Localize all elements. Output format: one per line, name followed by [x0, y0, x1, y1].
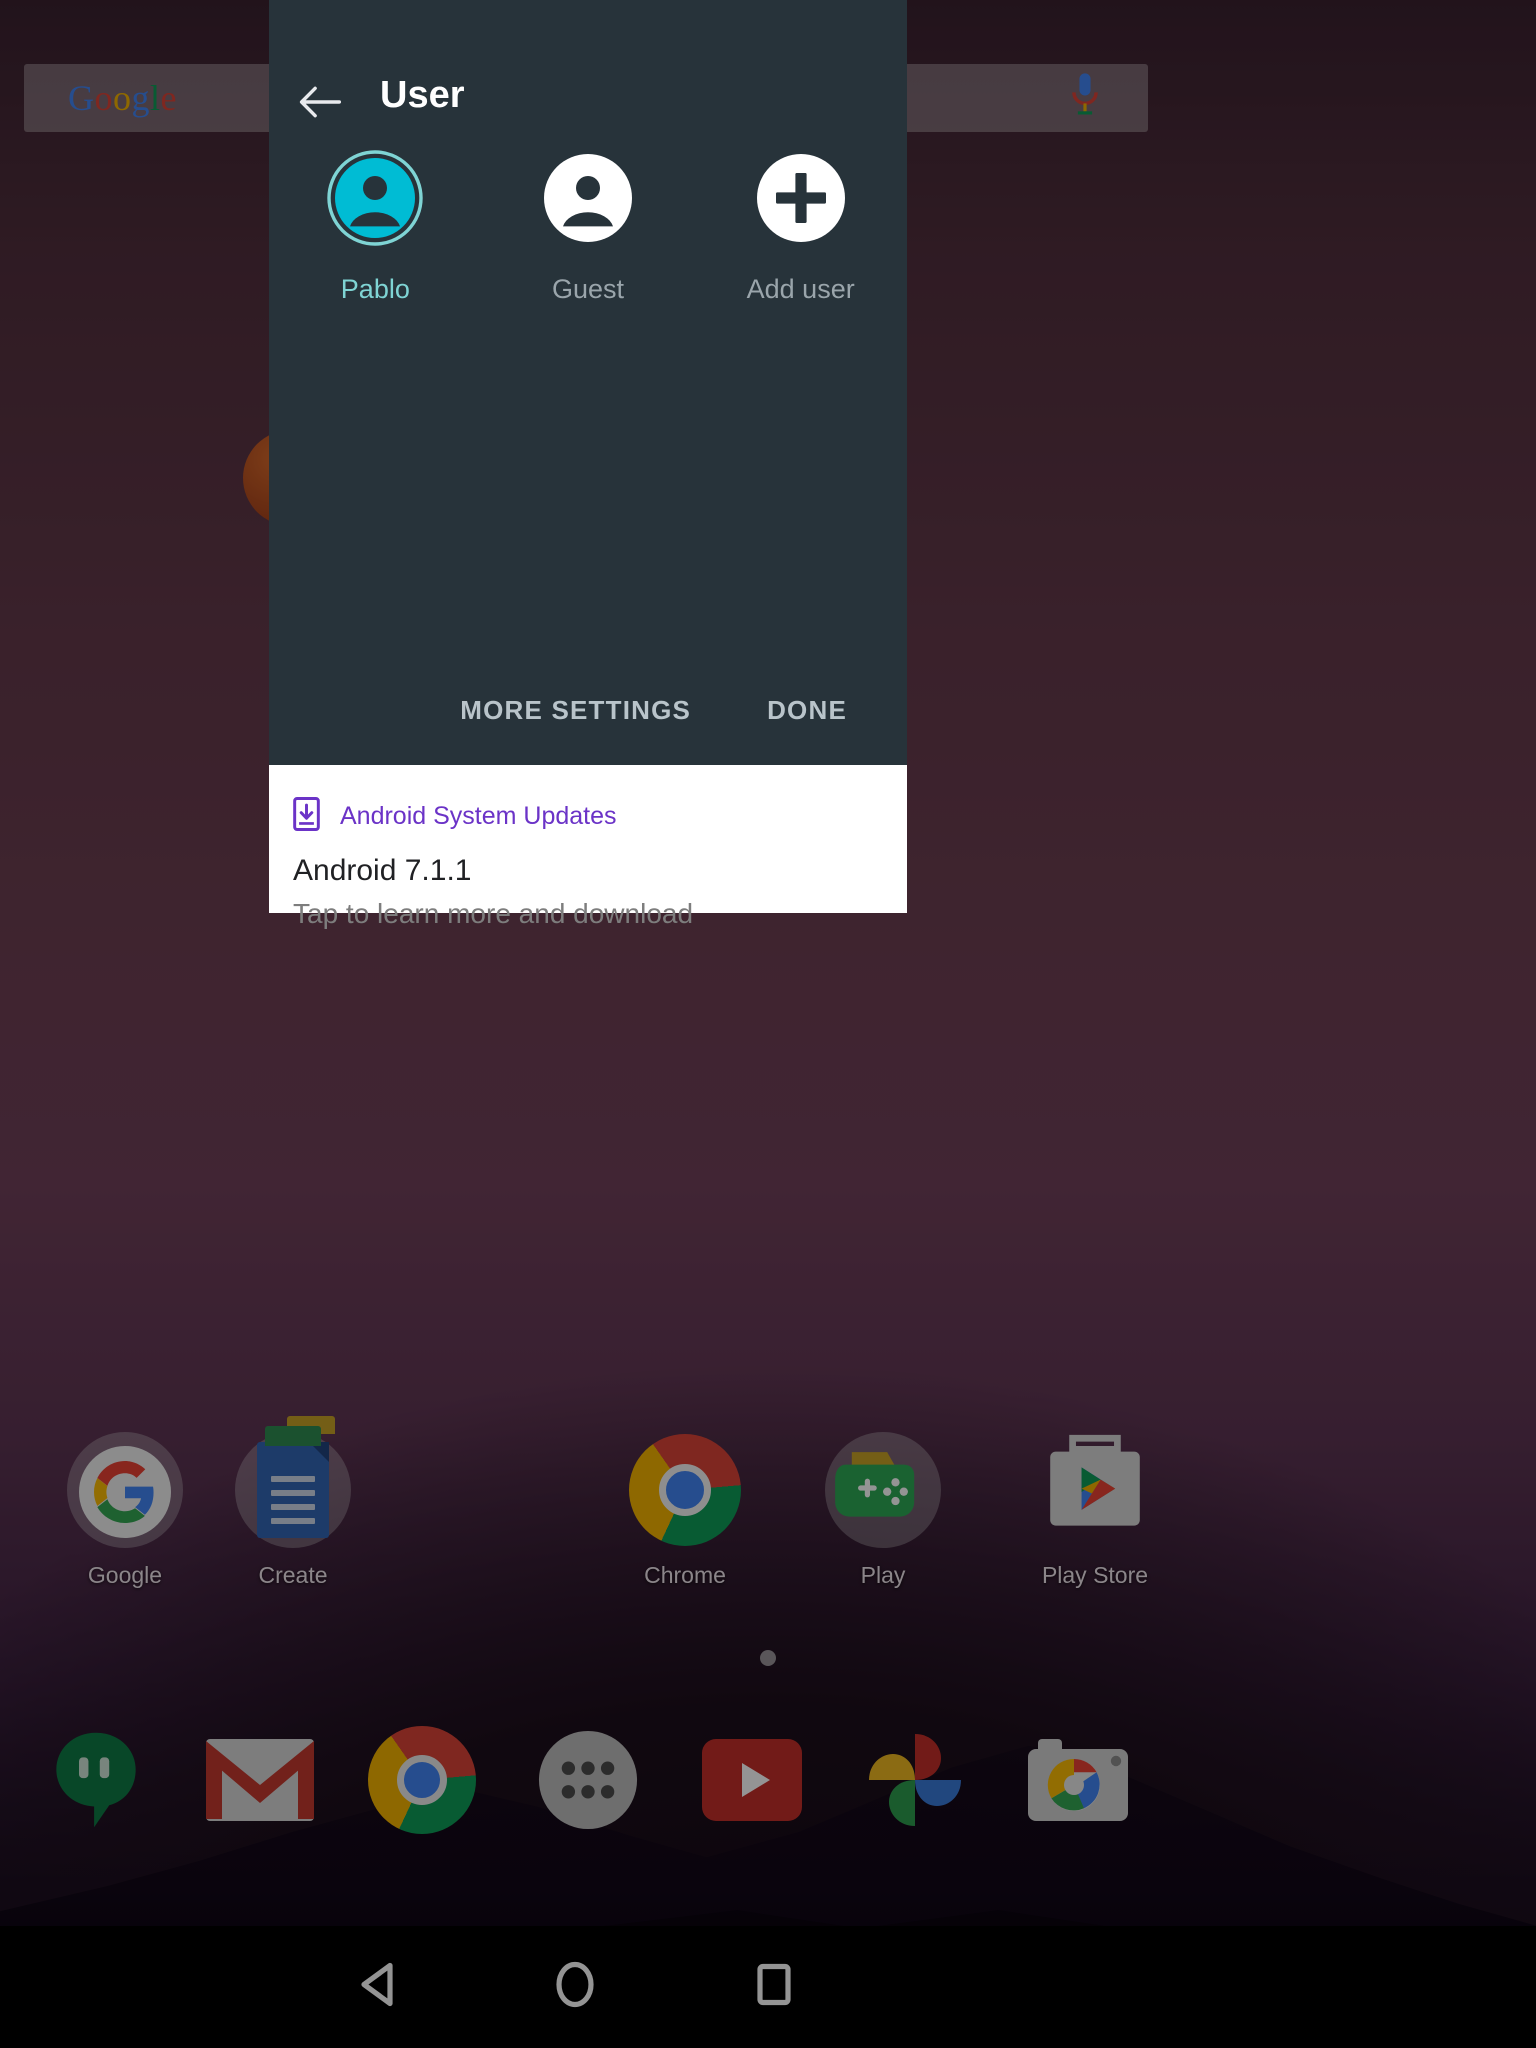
- panel-action-bar: MORE SETTINGS DONE: [269, 655, 907, 765]
- user-switcher-panel: User Pablo Guest Add user MORE SETTINGS …: [269, 0, 907, 765]
- person-avatar-icon: [540, 150, 636, 246]
- user-item-pablo[interactable]: Pablo: [269, 150, 482, 305]
- user-name-label: Guest: [551, 274, 625, 304]
- user-item-guest[interactable]: Guest: [482, 150, 695, 305]
- notification-subtitle: Tap to learn more and download: [293, 898, 694, 929]
- done-button[interactable]: DONE: [739, 677, 875, 744]
- more-settings-button[interactable]: MORE SETTINGS: [432, 677, 719, 744]
- plus-icon: [753, 150, 849, 246]
- panel-header: User: [269, 0, 907, 175]
- system-update-download-icon: [293, 797, 320, 836]
- person-avatar-icon: [327, 150, 424, 246]
- notification-title: Android 7.1.1: [293, 854, 472, 887]
- user-name-label: Add user: [746, 274, 855, 304]
- user-name-label: Pablo: [340, 274, 410, 304]
- notification-card[interactable]: Android System Updates Android 7.1.1 Tap…: [269, 765, 907, 929]
- notification-app-name: Android System Updates: [340, 802, 617, 830]
- panel-title: User: [380, 74, 465, 116]
- back-arrow-icon[interactable]: [299, 85, 342, 124]
- user-list: Pablo Guest Add user: [269, 150, 907, 305]
- notification-header: Android System Updates: [269, 765, 907, 836]
- user-item-add-user[interactable]: Add user: [694, 150, 907, 305]
